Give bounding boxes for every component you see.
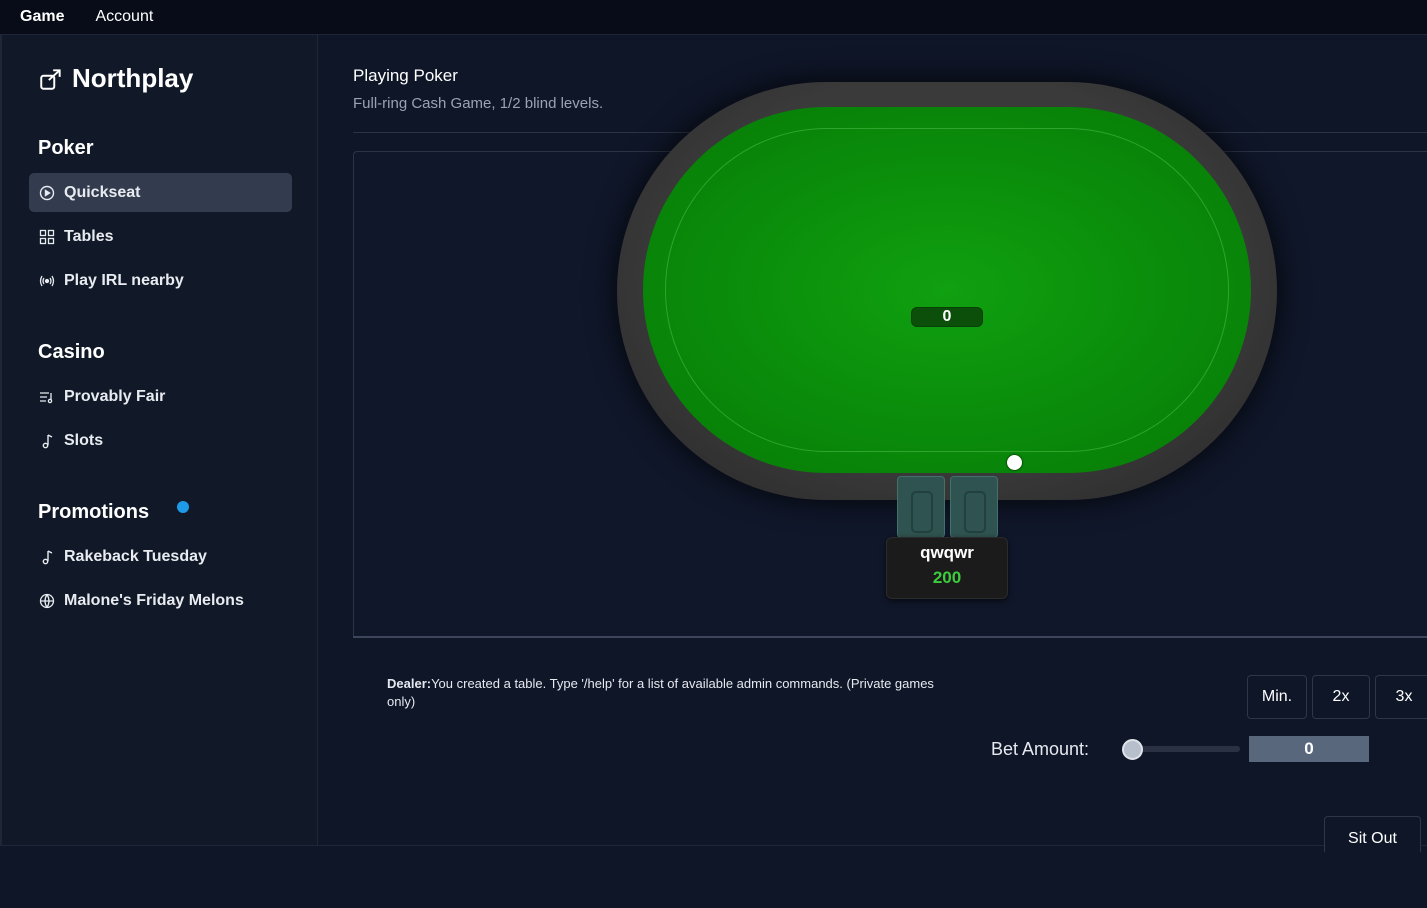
chat-text: You created a table. Type '/help' for a … bbox=[387, 676, 934, 709]
sidebar-item-label: Tables bbox=[64, 227, 114, 245]
sidebar-item-tables[interactable]: Tables bbox=[29, 217, 292, 256]
brand-name: Northplay bbox=[72, 63, 194, 93]
play-circle-icon bbox=[39, 185, 55, 201]
sit-out-button[interactable]: Sit Out bbox=[1324, 816, 1421, 852]
section-title-casino: Casino bbox=[38, 341, 105, 363]
share-box-icon bbox=[40, 68, 61, 90]
music-note-icon bbox=[39, 549, 55, 565]
sidebar-item-quickseat[interactable]: Quickseat bbox=[29, 173, 292, 212]
section-title-promotions: Promotions bbox=[38, 501, 150, 523]
sidebar-item-provably-fair[interactable]: Provably Fair bbox=[29, 377, 292, 416]
sidebar-item-slots[interactable]: Slots bbox=[29, 421, 292, 460]
top-nav: Game Account bbox=[0, 0, 1427, 35]
section-title-poker: Poker bbox=[38, 137, 94, 159]
music-note-icon bbox=[39, 433, 55, 449]
sidebar: Northplay Poker Quickseat Tables Play IR… bbox=[0, 35, 318, 845]
player-stack: 200 bbox=[932, 568, 962, 587]
bet-3x-button[interactable]: 3x bbox=[1375, 675, 1427, 719]
notification-dot bbox=[177, 501, 189, 513]
tab-account[interactable]: Account bbox=[95, 8, 153, 26]
sidebar-item-malones-friday-melons[interactable]: Malone's Friday Melons bbox=[29, 581, 292, 620]
tab-game[interactable]: Game bbox=[20, 8, 64, 26]
bet-min-button[interactable]: Min. bbox=[1247, 675, 1307, 719]
dealer-button bbox=[1007, 455, 1022, 470]
hole-card-2 bbox=[950, 476, 998, 538]
list-music-icon bbox=[39, 389, 55, 405]
page-subtitle: Full-ring Cash Game, 1/2 blind levels. bbox=[353, 95, 604, 112]
sidebar-item-label: Rakeback Tuesday bbox=[64, 547, 207, 565]
sidebar-item-label: Malone's Friday Melons bbox=[64, 591, 244, 609]
sidebar-item-rakeback-tuesday[interactable]: Rakeback Tuesday bbox=[29, 537, 292, 576]
bet-2x-button[interactable]: 2x bbox=[1312, 675, 1370, 719]
bet-amount-input[interactable] bbox=[1249, 736, 1369, 762]
bet-slider-track[interactable] bbox=[1132, 746, 1240, 752]
pot-amount: 0 bbox=[911, 307, 983, 327]
globe-icon bbox=[39, 593, 55, 609]
page-title: Playing Poker bbox=[353, 66, 458, 85]
sidebar-item-play-irl[interactable]: Play IRL nearby bbox=[29, 261, 292, 300]
sidebar-item-label: Quickseat bbox=[64, 183, 141, 201]
chat-message: Dealer:You created a table. Type '/help'… bbox=[387, 675, 947, 711]
bet-amount-label: Bet Amount: bbox=[991, 739, 1090, 759]
hole-card-1 bbox=[897, 476, 945, 538]
felt-betting-line bbox=[665, 128, 1229, 452]
chat-speaker: Dealer: bbox=[387, 676, 432, 691]
sidebar-item-label: Slots bbox=[64, 431, 104, 449]
footer bbox=[0, 845, 1427, 908]
broadcast-icon bbox=[39, 273, 55, 289]
grid-icon bbox=[39, 229, 55, 245]
player-name: qwqwr bbox=[920, 543, 974, 562]
bet-slider-thumb[interactable] bbox=[1121, 739, 1143, 760]
sidebar-item-label: Play IRL nearby bbox=[64, 271, 184, 289]
brand[interactable]: Northplay bbox=[38, 63, 193, 94]
player-seat[interactable]: qwqwr 200 bbox=[886, 537, 1008, 599]
sidebar-item-label: Provably Fair bbox=[64, 387, 166, 405]
panel-divider bbox=[353, 636, 1427, 638]
